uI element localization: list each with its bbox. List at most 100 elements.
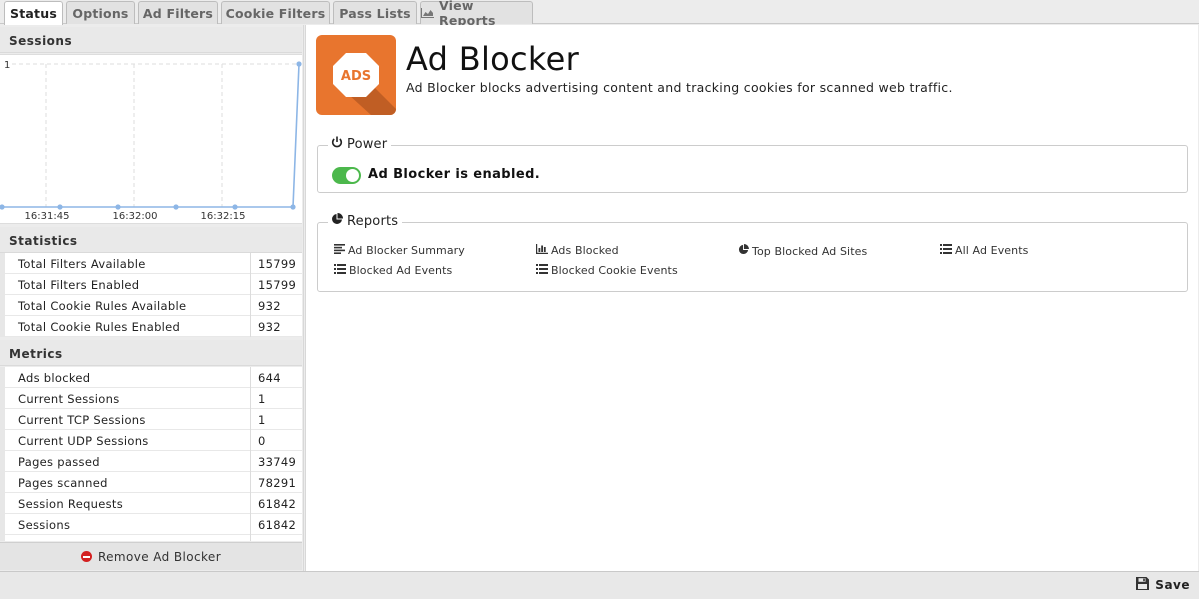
logo-text: ADS	[341, 69, 371, 84]
power-status-text: Ad Blocker is enabled.	[368, 167, 541, 182]
row-label: Sessions	[0, 514, 251, 535]
table-row: Total Filters Enabled 15799	[0, 274, 302, 295]
table-row: Total Cookie Rules Enabled 932	[0, 316, 302, 337]
page-description: Ad Blocker blocks advertising content an…	[406, 80, 953, 95]
statistics-heading: Statistics	[0, 227, 302, 253]
report-link-label: Ad Blocker Summary	[348, 244, 465, 257]
metrics-table-scroll[interactable]: Ads blocked 644 Current Sessions 1 Current T…	[0, 367, 302, 541]
metrics-heading: Metrics	[0, 340, 302, 366]
power-section: Power Ad Blocker is enabled.	[317, 136, 1188, 193]
report-link-blocked-cookie-events[interactable]: Blocked Cookie Events	[536, 264, 678, 277]
table-row: TCP AppSession Requests61842	[0, 535, 302, 541]
bottom-toolbar: Save	[0, 571, 1199, 599]
pie-chart-icon	[738, 244, 749, 258]
tab-bar: Status Options Ad Filters Cookie Filters…	[0, 0, 1199, 28]
row-value: 61842	[258, 518, 297, 532]
align-left-icon	[334, 244, 345, 257]
save-button[interactable]: Save	[1136, 577, 1190, 593]
remove-icon	[80, 551, 92, 562]
sessions-chart-svg: 1 16:31:45 16:32:00 16:32:15	[0, 60, 302, 222]
tab-label: Status	[10, 6, 57, 21]
tab-label: View Reports	[439, 0, 496, 28]
chart-point[interactable]	[115, 204, 121, 210]
bar-chart-icon	[536, 244, 548, 257]
row-value: 644	[258, 371, 281, 385]
reports-legend: Reports	[328, 213, 403, 229]
table-row: Current TCP Sessions 1	[0, 409, 302, 430]
power-legend-label: Power	[347, 136, 388, 152]
pie-chart-icon	[331, 213, 343, 229]
chart-point[interactable]	[296, 61, 302, 67]
tab-ad-filters[interactable]: Ad Filters	[138, 1, 218, 24]
metrics-table: Ads blocked 644 Current Sessions 1 Current T…	[0, 367, 302, 541]
chart-point[interactable]	[290, 204, 296, 210]
sessions-chart: 1 16:31:45 16:32:00 16:32:15	[0, 54, 302, 224]
table-row: Total Cookie Rules Available 932	[0, 295, 302, 316]
tab-label: Pass Lists	[339, 5, 411, 21]
row-label: Current Sessions	[0, 388, 251, 409]
chart-point[interactable]	[0, 204, 5, 210]
remove-app-button[interactable]: Remove Ad Blocker	[0, 542, 302, 570]
chart-x-tick-label: 16:32:00	[113, 211, 158, 222]
row-label: Session Requests	[0, 493, 251, 514]
row-label: Pages scanned	[0, 472, 251, 493]
row-value: 15799	[258, 257, 297, 271]
page-title: Ad Blocker	[406, 40, 580, 78]
chart-point[interactable]	[232, 204, 238, 210]
table-row: Pages scanned 78291	[0, 472, 302, 493]
tab-cookie-filters[interactable]: Cookie Filters	[221, 1, 330, 24]
power-legend: Power	[328, 136, 392, 152]
chart-series-line	[2, 63, 300, 208]
table-row: Session Requests 61842	[0, 493, 302, 514]
tab-status[interactable]: Status	[4, 1, 63, 25]
row-value: 1	[258, 392, 266, 406]
report-link-blocked-ad-events[interactable]: Blocked Ad Events	[334, 264, 452, 277]
table-row: Current Sessions 1	[0, 388, 302, 409]
tab-view-reports[interactable]: View Reports	[420, 0, 533, 28]
row-label: Total Filters Available	[0, 253, 251, 274]
row-value: 15799	[258, 278, 297, 292]
report-link-ads-blocked[interactable]: Ads Blocked	[536, 244, 619, 257]
tab-pass-lists[interactable]: Pass Lists	[333, 1, 417, 24]
chart-point[interactable]	[173, 204, 179, 210]
power-toggle[interactable]	[332, 167, 361, 184]
table-row: Current UDP Sessions 0	[0, 430, 302, 451]
table-row: Pages passed 33749	[0, 451, 302, 472]
table-row: Sessions 61842	[0, 514, 302, 535]
save-icon	[1136, 577, 1150, 593]
report-link-all-ad-events[interactable]: All Ad Events	[940, 244, 1029, 257]
report-link-label: Ads Blocked	[551, 244, 619, 257]
main-panel: ADS Ad Blocker Ad Blocker blocks adverti…	[305, 25, 1198, 571]
row-value: 932	[258, 320, 281, 334]
list-icon	[536, 264, 548, 277]
row-label: Total Cookie Rules Enabled	[0, 316, 251, 337]
tab-label: Cookie Filters	[225, 5, 326, 21]
row-value: 33749	[258, 455, 297, 469]
left-panel: Sessions 1 16:31:45 16:32:00 16:32:15 Stati…	[0, 25, 304, 571]
statistics-table: Total Filters Available 15799 Total Filter…	[0, 253, 302, 337]
row-label: Pages passed	[0, 451, 251, 472]
row-label: Total Cookie Rules Available	[0, 295, 251, 316]
ad-blocker-logo-icon: ADS	[316, 35, 396, 115]
chart-y-tick-label: 1	[4, 60, 10, 71]
table-row: Total Filters Available 15799	[0, 253, 302, 274]
tab-options[interactable]: Options	[66, 1, 135, 24]
chart-x-tick-label: 16:32:15	[201, 211, 246, 222]
row-label: Current TCP Sessions	[0, 409, 251, 430]
row-value: 932	[258, 299, 281, 313]
chart-point[interactable]	[57, 204, 63, 210]
list-icon	[334, 264, 346, 277]
report-link-ad-blocker-summary[interactable]: Ad Blocker Summary	[334, 244, 465, 257]
report-link-label: Blocked Cookie Events	[551, 264, 678, 277]
power-icon	[331, 136, 343, 152]
remove-label: Remove Ad Blocker	[97, 549, 222, 564]
row-label: Total Filters Enabled	[0, 274, 251, 295]
tab-label: Options	[72, 5, 129, 21]
row-value: 61842	[258, 497, 297, 511]
tab-label: Ad Filters	[142, 5, 214, 21]
row-label: Ads blocked	[0, 367, 251, 388]
report-link-label: All Ad Events	[955, 244, 1029, 257]
reports-section: Reports Ad Blocker Summary Ads Blocked T…	[317, 213, 1188, 292]
row-value: 1	[258, 413, 266, 427]
report-link-top-blocked-ad-sites[interactable]: Top Blocked Ad Sites	[738, 244, 867, 258]
